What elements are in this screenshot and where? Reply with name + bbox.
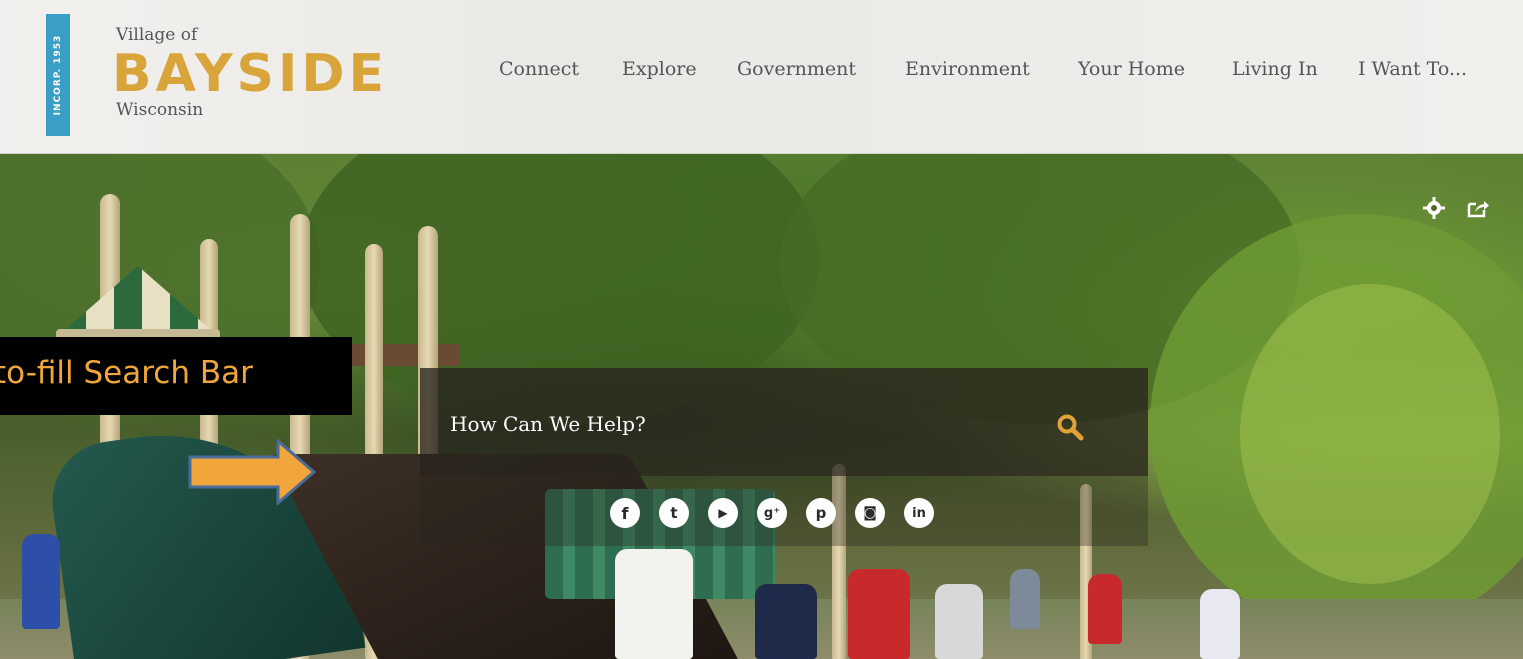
annotation-label: to-fill Search Bar (0, 355, 253, 391)
annotation-arrow-icon (188, 439, 317, 505)
search-button[interactable] (1055, 412, 1085, 442)
hero-foliage (1240, 284, 1500, 584)
person (1088, 574, 1122, 644)
gear-icon[interactable] (1422, 196, 1446, 220)
nav-item-explore[interactable]: Explore (622, 58, 697, 80)
person (755, 584, 817, 659)
person (1010, 569, 1040, 629)
person (848, 569, 910, 659)
logo-wisconsin[interactable]: Wisconsin (116, 100, 203, 120)
nav-item-living-in[interactable]: Living In (1232, 58, 1318, 80)
annotation-callout: to-fill Search Bar (0, 337, 352, 415)
twitter-icon[interactable]: t (659, 498, 689, 528)
linkedin-icon[interactable]: in (904, 498, 934, 528)
nav-item-connect[interactable]: Connect (499, 58, 579, 80)
nav-item-your-home[interactable]: Your Home (1078, 58, 1185, 80)
logo-village-of[interactable]: Village of (116, 25, 197, 45)
search-input[interactable] (450, 408, 1010, 440)
pinterest-icon[interactable]: p (806, 498, 836, 528)
share-icon[interactable] (1466, 196, 1490, 220)
instagram-icon[interactable]: ◙ (855, 498, 885, 528)
main-nav: Connect Explore Government Environment Y… (0, 58, 1523, 84)
googleplus-icon[interactable]: g⁺ (757, 498, 787, 528)
youtube-icon[interactable]: ▶ (708, 498, 738, 528)
person (935, 584, 983, 659)
nav-item-environment[interactable]: Environment (905, 58, 1030, 80)
person (22, 534, 60, 629)
nav-item-i-want-to[interactable]: I Want To... (1358, 58, 1467, 80)
nav-item-government[interactable]: Government (737, 58, 856, 80)
hero-banner: f t ▶ g⁺ p ◙ in to-fill Search Bar (0, 154, 1523, 659)
person (1200, 589, 1240, 659)
site-header: INCORP. 1953 Village of BAYSIDE Wisconsi… (0, 0, 1523, 154)
facebook-icon[interactable]: f (610, 498, 640, 528)
person (615, 549, 693, 659)
